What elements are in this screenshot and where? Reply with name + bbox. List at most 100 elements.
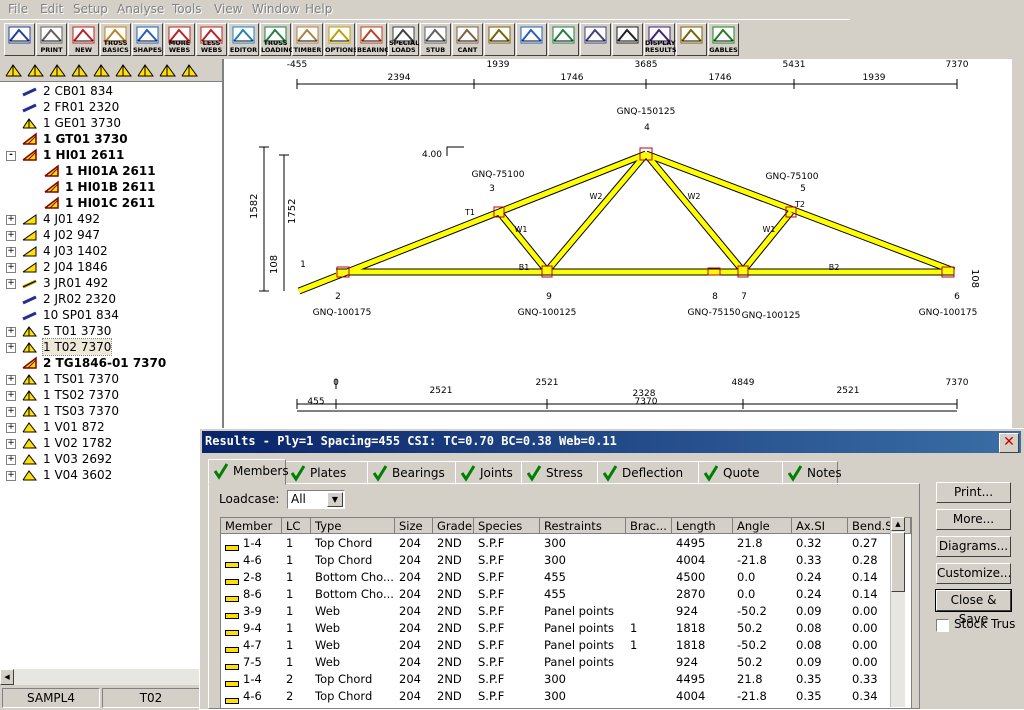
editor-button[interactable]: EDITOR bbox=[228, 23, 259, 56]
menu-setup[interactable]: Setup bbox=[73, 2, 108, 16]
bracing-button[interactable] bbox=[676, 23, 707, 56]
column-header-lc[interactable]: LC bbox=[282, 518, 311, 534]
menu-edit[interactable]: Edit bbox=[40, 2, 63, 16]
menu-file[interactable]: File bbox=[8, 2, 28, 16]
tab-stress[interactable]: Stress bbox=[521, 461, 598, 485]
tree-item[interactable]: 1 HI01C 2611 bbox=[6, 195, 216, 211]
tab-bearings[interactable]: Bearings bbox=[367, 461, 456, 485]
column-header-restraints[interactable]: Restraints bbox=[540, 518, 626, 534]
close-save-button[interactable]: Close & Save bbox=[935, 589, 1012, 626]
tab-quote[interactable]: Quote bbox=[698, 461, 783, 485]
tree-item[interactable]: +4 J02 947 bbox=[6, 227, 216, 243]
tree-item[interactable]: 10 SP01 834 bbox=[6, 307, 216, 323]
tree-item[interactable]: 2 FR01 2320 bbox=[6, 99, 216, 115]
menu-help[interactable]: Help bbox=[305, 2, 332, 16]
column-header-angle[interactable]: Angle bbox=[733, 518, 792, 534]
chevron-down-icon[interactable]: ▼ bbox=[327, 492, 343, 507]
expand-icon[interactable]: + bbox=[6, 455, 16, 465]
tree-item[interactable]: +5 T01 3730 bbox=[6, 323, 216, 339]
print-button[interactable]: Print... bbox=[936, 482, 1011, 503]
table-row[interactable]: 4-7 1 Web 204 2ND S.P.F Panel points 1 1818 -50.2… bbox=[221, 637, 911, 654]
menu-analyse[interactable]: Analyse bbox=[117, 2, 164, 16]
column-header-axial-si[interactable]: Ax.SI bbox=[792, 518, 848, 534]
tab-joints[interactable]: Joints bbox=[455, 461, 522, 485]
tree-item[interactable]: +2 J04 1846 bbox=[6, 259, 216, 275]
truss-delete-icon[interactable] bbox=[158, 61, 177, 79]
tree-horizontal-scrollbar[interactable]: ◀ bbox=[0, 669, 200, 685]
expand-icon[interactable]: + bbox=[6, 247, 16, 257]
tree-item[interactable]: 2 TG1846-01 7370 bbox=[6, 355, 216, 371]
table-vertical-scrollbar[interactable]: ▲ bbox=[890, 517, 905, 707]
column-header-member[interactable]: Member bbox=[221, 518, 282, 534]
special-loads-button[interactable]: SPECIAL LOADS bbox=[388, 23, 419, 56]
expand-icon[interactable]: + bbox=[6, 391, 16, 401]
expand-icon[interactable]: + bbox=[6, 343, 16, 353]
column-header-bracing[interactable]: Brac... bbox=[626, 518, 672, 534]
expand-icon[interactable]: + bbox=[6, 279, 16, 289]
truss-copy-icon[interactable] bbox=[92, 61, 111, 79]
tree-item[interactable]: +1 V03 2692 bbox=[6, 451, 216, 467]
pitch-button[interactable] bbox=[516, 23, 547, 56]
column-header-species[interactable]: Species bbox=[474, 518, 540, 534]
display-results-button[interactable]: DISPLAY RESULTS bbox=[644, 23, 677, 56]
column-header-size[interactable]: Size bbox=[395, 518, 433, 534]
list-icon[interactable] bbox=[180, 61, 199, 79]
table-row[interactable]: 1-4 1 Top Chord 204 2ND S.P.F 300 4495 21.8 0.32 0… bbox=[221, 535, 911, 552]
table-row[interactable]: 3-9 1 Web 204 2ND S.P.F Panel points 924 -50.2 0.… bbox=[221, 603, 911, 620]
heel-button[interactable] bbox=[548, 23, 579, 56]
table-row[interactable]: 7-5 1 Web 204 2ND S.P.F Panel points 924 50.2 0.0… bbox=[221, 654, 911, 671]
tab-notes[interactable]: Notes bbox=[782, 461, 842, 485]
grid-button[interactable] bbox=[580, 23, 611, 56]
menu-window[interactable]: Window bbox=[252, 2, 299, 16]
truss-move-icon[interactable] bbox=[114, 61, 133, 79]
new-truss-button[interactable]: NEW bbox=[68, 23, 99, 56]
truss-loading-button[interactable]: TRUSS LOADING bbox=[260, 23, 294, 56]
cant-button[interactable]: CANT bbox=[452, 23, 483, 56]
options-button[interactable]: OPTIONS bbox=[324, 23, 358, 56]
tab-deflection[interactable]: Deflection bbox=[597, 461, 699, 485]
table-row[interactable]: 8-6 1 Bottom Cho... 204 2ND S.P.F 455 2870 0.0 0.… bbox=[221, 586, 911, 603]
truss-view-icon[interactable] bbox=[4, 61, 23, 79]
job-name-tab[interactable]: SAMPL4 bbox=[2, 688, 100, 708]
menu-view[interactable]: View bbox=[214, 2, 242, 16]
close-icon[interactable]: ✕ bbox=[999, 433, 1019, 453]
tree-item[interactable]: - 1 HI01 2611 bbox=[6, 147, 216, 163]
arrow-icon[interactable] bbox=[70, 61, 89, 79]
column-header-length[interactable]: Length bbox=[672, 518, 733, 534]
less-webs-button[interactable]: LESS WEBS bbox=[196, 23, 227, 56]
print-button[interactable]: PRINT bbox=[36, 23, 67, 56]
expand-icon[interactable]: + bbox=[6, 439, 16, 449]
truss-edit-icon[interactable] bbox=[136, 61, 155, 79]
tree-item[interactable]: 1 GE01 3730 bbox=[6, 115, 216, 131]
expand-icon[interactable]: + bbox=[6, 263, 16, 273]
gables-button[interactable]: GABLES bbox=[708, 23, 739, 56]
tab-members[interactable]: Members bbox=[208, 459, 289, 485]
expand-icon[interactable]: + bbox=[6, 231, 16, 241]
truss-tag-icon[interactable] bbox=[48, 61, 67, 79]
dialog-title-bar[interactable]: Results - Ply=1 Spacing=455 CSI: TC=0.70… bbox=[202, 431, 1021, 453]
tree-item[interactable]: +1 V01 872 bbox=[6, 419, 216, 435]
tree-item[interactable]: +1 V02 1782 bbox=[6, 435, 216, 451]
column-header-type[interactable]: Type bbox=[311, 518, 395, 534]
expand-icon[interactable]: + bbox=[6, 375, 16, 385]
expand-icon[interactable]: + bbox=[6, 327, 16, 337]
tree-item[interactable]: +4 J01 492 bbox=[6, 211, 216, 227]
tree-item[interactable]: +4 J03 1402 bbox=[6, 243, 216, 259]
expand-icon[interactable]: + bbox=[6, 423, 16, 433]
expand-icon[interactable]: + bbox=[6, 215, 16, 225]
stock-truss-checkbox[interactable] bbox=[936, 619, 949, 632]
column-header-grade[interactable]: Grade bbox=[433, 518, 474, 534]
tree-item[interactable]: 1 GT01 3730 bbox=[6, 131, 216, 147]
scroll-up-button[interactable]: ▲ bbox=[891, 517, 905, 531]
table-row[interactable]: 4-6 2 Top Chord 204 2ND S.P.F 300 4004 -21.8 0.35… bbox=[221, 688, 911, 705]
table-row[interactable]: 4-6 1 Top Chord 204 2ND S.P.F 300 4004 -21.8 0.33… bbox=[221, 552, 911, 569]
tab-plates[interactable]: Plates bbox=[285, 461, 368, 485]
expand-icon[interactable]: + bbox=[6, 471, 16, 481]
tree-item[interactable]: +1 V04 3602 bbox=[6, 467, 216, 483]
scroll-thumb[interactable] bbox=[891, 532, 905, 592]
truss-drawing-canvas[interactable]: -455 1939 3685 5431 7370 2394 1746 1746 … bbox=[224, 59, 1012, 439]
diagrams-button[interactable]: Diagrams... bbox=[936, 536, 1011, 557]
more-button[interactable]: More... bbox=[936, 509, 1011, 530]
tree-item[interactable]: +1 TS02 7370 bbox=[6, 387, 216, 403]
tree-item[interactable]: 2 CB01 834 bbox=[6, 83, 216, 99]
